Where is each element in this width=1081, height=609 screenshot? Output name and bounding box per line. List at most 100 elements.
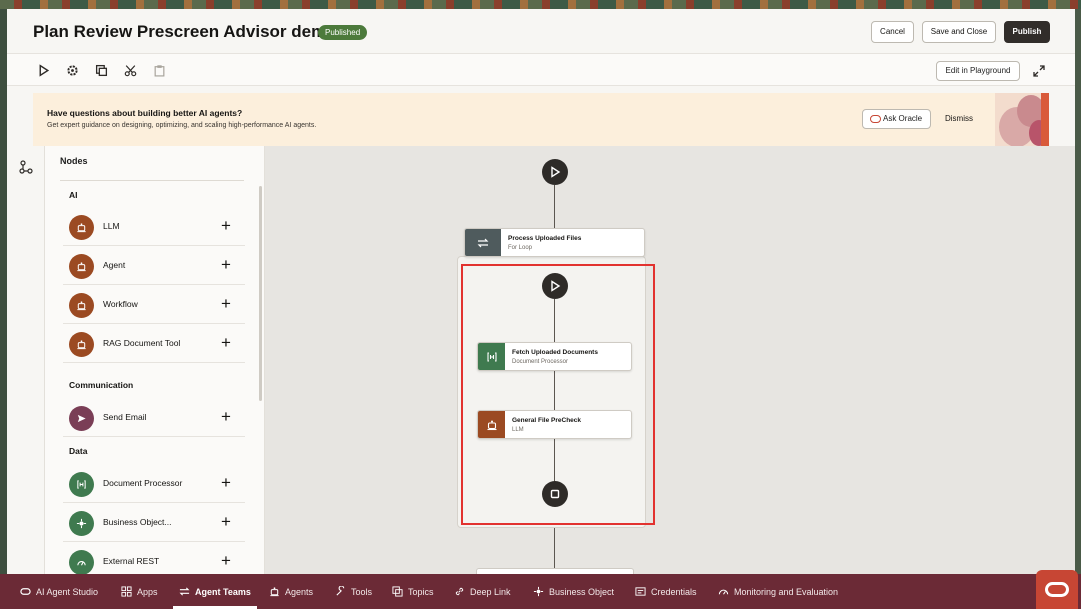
nav-credentials[interactable]: Credentials [635,574,697,609]
agent-icon [270,587,279,597]
ask-oracle-label: Ask Oracle [883,114,923,123]
node-item-agent[interactable]: Agent + [63,247,245,285]
nav-ai-agent-studio[interactable]: AI Agent Studio [20,574,98,609]
fetch-node-card[interactable]: Fetch Uploaded Documents Document Proces… [477,342,632,371]
publish-button[interactable]: Publish [1004,21,1050,43]
add-icon[interactable]: + [217,408,235,427]
header: Plan Review Prescreen Advisor demo Publi… [7,9,1075,53]
robot-icon [69,332,94,357]
node-label: RAG Document Tool [103,338,181,348]
nav-agent-teams[interactable]: Agent Teams [173,574,257,609]
nav-monitoring-and-evaluation[interactable]: Monitoring and Evaluation [718,574,838,609]
add-icon[interactable]: + [217,217,235,236]
monitor-icon [718,589,729,595]
node-label: Business Object... [103,517,172,527]
add-icon[interactable]: + [217,513,235,532]
teams-icon [179,587,190,596]
node-item-send-email[interactable]: Send Email + [63,399,245,437]
apps-icon [121,586,132,597]
send-icon [69,406,94,431]
node-label: External REST [103,556,160,566]
status-badge: Published [318,25,368,40]
ask-oracle-button[interactable]: Ask Oracle [862,109,931,129]
node-label: Send Email [103,412,147,422]
section-ai: AI [69,190,78,200]
left-rail [7,146,45,574]
decorative-right-strip [1075,9,1081,574]
nav-label: Agents [285,586,314,597]
edit-in-playground-button[interactable]: Edit in Playground [936,61,1020,81]
nav-label: Agent Teams [195,586,251,597]
toolbar: Edit in Playground [7,53,1075,86]
nav-label: Credentials [651,586,697,597]
precheck-node-subtitle: LLM [512,427,524,433]
nav-label: Monitoring and Evaluation [734,586,839,597]
nav-agents[interactable]: Agents [269,574,313,609]
section-communication: Communication [69,380,134,390]
settings-icon[interactable] [63,61,81,79]
node-label: Workflow [103,299,138,309]
add-icon[interactable]: + [217,256,235,275]
loop-end-stop-icon[interactable] [542,481,568,507]
loop-node-card[interactable]: Process Uploaded Files For Loop [464,228,645,257]
node-item-business-object[interactable]: Business Object... + [63,504,245,542]
credentials-icon [635,587,646,596]
node-item-llm[interactable]: LLM + [63,208,245,246]
node-item-rag-document-tool[interactable]: RAG Document Tool + [63,325,245,363]
nodes-panel: Nodes AI LLM + Agent + Workflow + RAG Do… [45,146,265,574]
nav-deep-link[interactable]: Deep Link [454,574,511,609]
nodes-icon[interactable] [19,160,33,174]
play-icon[interactable] [34,61,52,79]
app-window: Plan Review Prescreen Advisor demo Publi… [7,9,1075,574]
precheck-node-card[interactable]: General File PreCheck LLM [477,410,632,439]
save-and-close-button[interactable]: Save and Close [922,21,996,43]
document-icon [478,343,505,370]
expand-icon[interactable] [1031,63,1047,79]
scrollbar[interactable] [259,186,262,401]
loop-icon [465,229,501,256]
add-icon[interactable]: + [217,474,235,493]
decorative-left-strip [0,9,7,574]
workflow-canvas[interactable] [265,146,1075,574]
add-icon[interactable]: + [217,295,235,314]
add-icon[interactable]: + [217,552,235,571]
page-title: Plan Review Prescreen Advisor demo [33,22,337,41]
nav-label: Deep Link [470,586,511,597]
nav-label: Apps [137,586,158,597]
rest-icon [69,550,94,574]
oracle-logo-icon[interactable] [1036,570,1078,609]
decorative-art-icon [995,93,1049,146]
nav-topics[interactable]: Topics [392,574,434,609]
nav-tools[interactable]: Tools [335,574,372,609]
precheck-node-title: General File PreCheck [512,417,582,424]
nav-label: Topics [408,586,434,597]
object-icon [533,586,544,597]
nodes-panel-title: Nodes [60,156,88,166]
link-icon [455,587,464,596]
dismiss-button[interactable]: Dismiss [945,114,973,123]
oracle-icon [870,115,881,123]
copy-icon[interactable] [92,61,110,79]
loop-start-play-icon[interactable] [542,273,568,299]
nav-label: Business Object [549,586,615,597]
cut-icon[interactable] [121,61,139,79]
robot-icon [69,215,94,240]
nav-label: Tools [351,586,373,597]
tools-icon [336,586,345,596]
add-icon[interactable]: + [217,334,235,353]
nav-business-object[interactable]: Business Object [533,574,614,609]
start-node-play-icon[interactable] [542,159,568,185]
node-item-external-rest[interactable]: External REST + [63,543,245,574]
bottom-nav: AI Agent Studio Apps Agent Teams Agents … [0,574,1081,609]
node-item-document-processor[interactable]: Document Processor + [63,465,245,503]
node-item-workflow[interactable]: Workflow + [63,286,245,324]
fetch-node-subtitle: Document Processor [512,359,569,365]
topics-icon [392,586,403,597]
robot-icon [69,293,94,318]
cancel-button[interactable]: Cancel [871,21,914,43]
node-label: Document Processor [103,478,183,488]
banner-subtitle: Get expert guidance on designing, optimi… [47,122,317,129]
loop-node-title: Process Uploaded Files [508,235,582,242]
robot-icon [69,254,94,279]
nav-apps[interactable]: Apps [121,574,158,609]
